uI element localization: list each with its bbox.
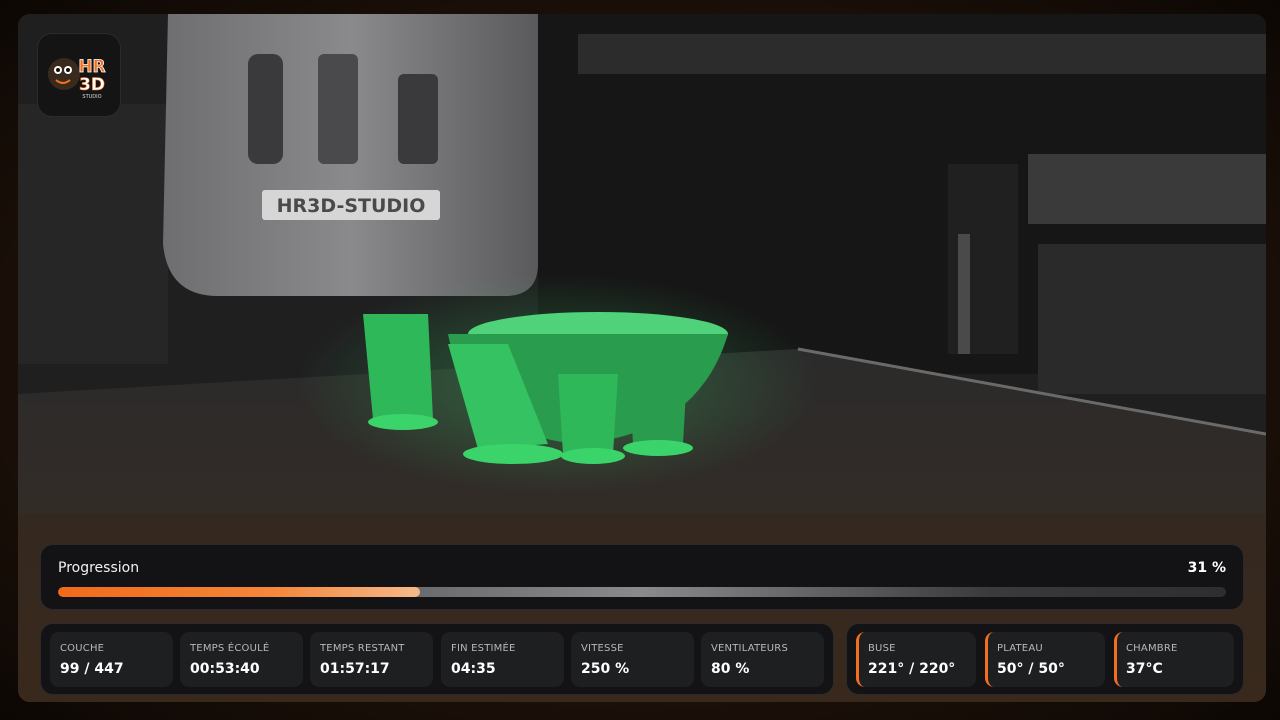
progress-bar [58, 587, 1226, 597]
stat-label: TEMPS RESTANT [320, 643, 405, 654]
stat-value: 250 % [581, 661, 630, 677]
temp-label: PLATEAU [997, 643, 1043, 654]
progress-panel: Progression 31 % [41, 545, 1243, 609]
stat-card-fans: VENTILATEURS 80 % [701, 632, 824, 687]
brand-logo: HR 3D STUDIO [38, 34, 120, 116]
logo-text-bottom: 3D [79, 75, 105, 95]
stat-card-speed: VITESSE 250 % [571, 632, 694, 687]
temp-card-chamber: CHAMBRE 37°C [1114, 632, 1234, 687]
logo-text-sub: STUDIO [82, 94, 101, 100]
stat-card-elapsed: TEMPS ÉCOULÉ 00:53:40 [180, 632, 303, 687]
progress-label: Progression [58, 560, 140, 576]
stat-value: 01:57:17 [320, 661, 390, 677]
temp-value: 50° / 50° [997, 661, 1065, 677]
print-stats-panel: COUCHE 99 / 447 TEMPS ÉCOULÉ 00:53:40 TE… [41, 624, 833, 694]
temp-value: 37°C [1126, 661, 1163, 677]
temp-value: 221° / 220° [868, 661, 956, 677]
stat-card-remaining: TEMPS RESTANT 01:57:17 [310, 632, 433, 687]
progress-percent: 31 % [1187, 560, 1226, 576]
stat-label: FIN ESTIMÉE [451, 643, 516, 654]
stat-card-layer: COUCHE 99 / 447 [50, 632, 173, 687]
stat-value: 00:53:40 [190, 661, 260, 677]
temp-card-nozzle: BUSE 221° / 220° [856, 632, 976, 687]
printhead-label: HR3D-STUDIO [277, 195, 426, 217]
temp-card-bed: PLATEAU 50° / 50° [985, 632, 1105, 687]
stat-value: 99 / 447 [60, 661, 124, 677]
stat-value: 80 % [711, 661, 750, 677]
stat-label: COUCHE [60, 643, 105, 654]
stat-label: VITESSE [581, 643, 624, 654]
temperature-panel: BUSE 221° / 220° PLATEAU 50° / 50° CHAMB… [847, 624, 1243, 694]
logo-mascot-icon: HR 3D STUDIO [48, 57, 106, 100]
stat-value: 04:35 [451, 661, 496, 677]
logo-text-top: HR [78, 57, 105, 77]
stat-label: VENTILATEURS [711, 643, 789, 654]
temp-label: BUSE [868, 643, 896, 654]
stat-card-eta: FIN ESTIMÉE 04:35 [441, 632, 564, 687]
stat-label: TEMPS ÉCOULÉ [190, 643, 270, 654]
progress-bar-fill [58, 587, 421, 597]
overlay-frame: HR3D-STUDIO HR 3D STUDIO Progression 31 … [0, 0, 1280, 720]
temp-label: CHAMBRE [1126, 643, 1178, 654]
